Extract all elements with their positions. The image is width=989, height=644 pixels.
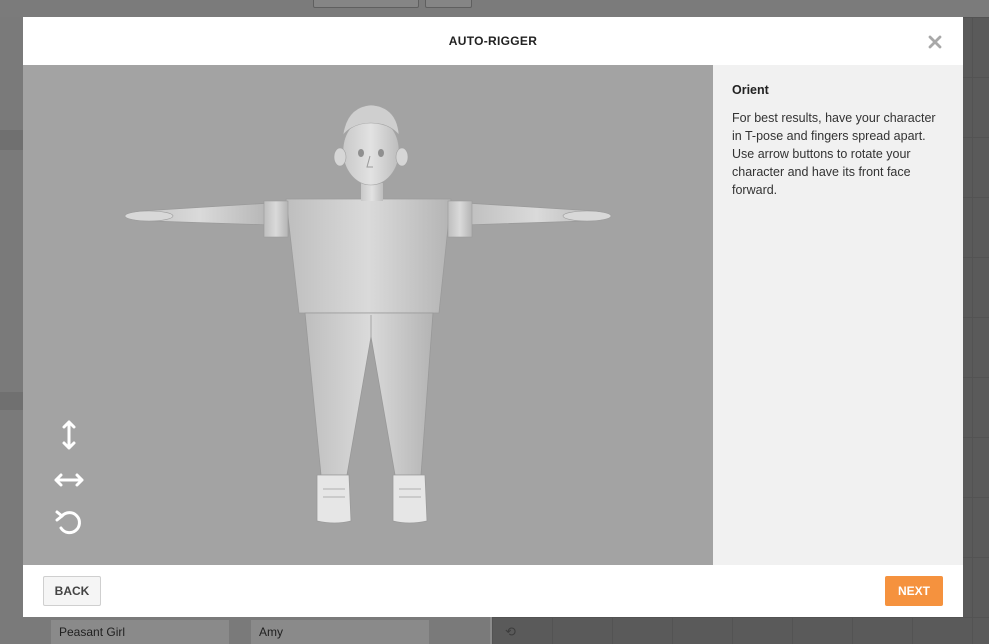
background-field bbox=[313, 0, 419, 8]
auto-rigger-dialog: AUTO-RIGGER Orient For best results, hav… bbox=[23, 17, 963, 617]
back-button[interactable]: BACK bbox=[43, 576, 101, 606]
instructions-heading: Orient bbox=[732, 83, 769, 97]
dialog-title: AUTO-RIGGER bbox=[448, 34, 538, 48]
character-model bbox=[124, 104, 612, 524]
close-icon[interactable] bbox=[927, 31, 943, 51]
dialog-header: AUTO-RIGGER bbox=[23, 17, 963, 65]
next-button[interactable]: NEXT bbox=[885, 576, 943, 606]
background-toolbar bbox=[0, 0, 989, 17]
background-card-label: Peasant Girl bbox=[51, 620, 229, 644]
character-viewport[interactable] bbox=[23, 65, 713, 565]
vertical-arrows-icon[interactable] bbox=[53, 419, 85, 451]
background-button bbox=[425, 0, 472, 8]
horizontal-arrows-icon[interactable] bbox=[53, 464, 85, 496]
background-undo-icon: ⟲ bbox=[505, 625, 516, 640]
background-card-label: Amy bbox=[251, 620, 429, 644]
instructions-panel: Orient For best results, have your chara… bbox=[713, 65, 963, 565]
dialog-footer: BACK NEXT bbox=[23, 565, 963, 617]
undo-rotate-icon[interactable] bbox=[53, 506, 85, 538]
instructions-text: For best results, have your character in… bbox=[732, 111, 936, 197]
